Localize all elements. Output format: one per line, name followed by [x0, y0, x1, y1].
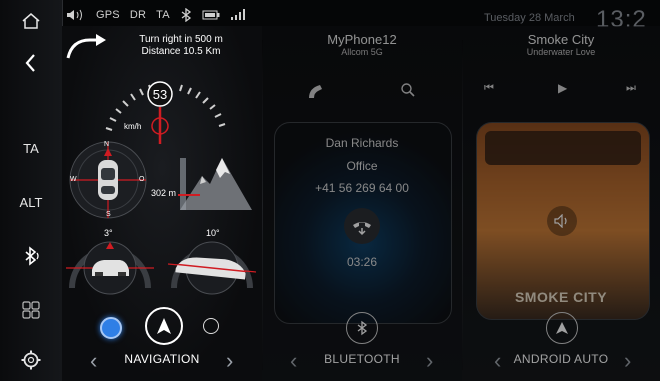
phone-carrier: Allcom 5G: [341, 47, 383, 57]
hangup-icon: [353, 222, 371, 236]
media-panel[interactable]: Smoke City Underwater Love ⏮ ▶ ⏭ SMOKE C…: [462, 26, 660, 381]
caller-number: +41 56 269 64 00: [315, 181, 409, 195]
hangup-button[interactable]: [344, 208, 380, 244]
turn-right-arrow-icon: [66, 34, 106, 59]
gear-icon: [21, 350, 41, 370]
media-track-info: Smoke City Underwater Love: [462, 32, 660, 57]
media-track: Underwater Love: [526, 47, 596, 57]
alt-label: ALT: [19, 194, 43, 210]
previous-track-button[interactable]: ⏮: [484, 82, 494, 95]
caller-type: Office: [346, 159, 378, 173]
gps-indicator: GPS: [96, 9, 120, 21]
altitude-marker: [178, 194, 200, 196]
distance-text: Distance 10.5 Km: [141, 46, 221, 57]
phone-panel[interactable]: MyPhone12 Allcom 5G Dan Richards Office …: [262, 26, 462, 381]
ta-button[interactable]: TA: [0, 138, 62, 158]
infotainment-screen: TA ALT GPS DR TA Tuesday 28 March 13:2 T…: [0, 0, 660, 381]
pitch-value: 3°: [104, 228, 113, 238]
pitch-gauge: [66, 241, 154, 295]
turn-instruction-text: Turn right in 500 m: [139, 34, 223, 45]
ta-label: TA: [23, 140, 39, 156]
settings-button[interactable]: [0, 347, 62, 373]
play-button[interactable]: ▶: [558, 81, 567, 95]
call-duration: 03:26: [346, 255, 378, 269]
bluetooth-icon: [357, 320, 368, 336]
phone-device-info: MyPhone12 Allcom 5G: [262, 32, 462, 57]
battery-icon: [202, 10, 220, 20]
volume-button[interactable]: [547, 206, 577, 236]
play-icon: ▶: [558, 81, 568, 95]
bluetooth-button[interactable]: [0, 243, 62, 269]
album-title-band: [485, 131, 641, 165]
home-button[interactable]: [0, 8, 62, 34]
dr-indicator: DR: [129, 9, 147, 21]
compass-west-label: W: [70, 176, 77, 183]
option-dot-button[interactable]: [203, 318, 219, 334]
roll-value: 10°: [206, 228, 220, 238]
compass-east-label: O: [139, 176, 145, 183]
nav-next-button[interactable]: ›: [226, 348, 233, 374]
album-art-text: SMOKE CITY: [514, 289, 608, 305]
bluetooth-status-icon: [181, 8, 191, 22]
roll-gauge: [167, 241, 257, 295]
side-nav-rail: TA ALT: [0, 0, 63, 381]
android-auto-button[interactable]: [546, 312, 578, 344]
status-bar: GPS DR TA: [62, 4, 246, 26]
signal-icon: [230, 9, 245, 20]
ta-indicator: TA: [156, 9, 170, 21]
compass-dial: [69, 141, 147, 219]
compass-north-label: N: [104, 141, 110, 148]
caller-name: Dan Richards: [325, 136, 399, 150]
navigation-arrow-icon: [157, 318, 171, 334]
alt-button[interactable]: ALT: [0, 192, 62, 212]
altitude-mountain-icon: [180, 158, 252, 210]
bluetooth-circle-button[interactable]: [346, 312, 378, 344]
android-auto-icon: [556, 322, 568, 334]
previous-icon: ⏮: [484, 82, 494, 94]
grid-icon: [22, 301, 40, 319]
volume-icon: [67, 9, 82, 21]
date-display: Tuesday 28 March: [484, 12, 575, 24]
speed-unit: km/h: [124, 122, 142, 131]
next-icon: ⏭: [626, 82, 636, 94]
speed-value: 53: [152, 87, 168, 102]
search-icon[interactable]: [400, 82, 416, 98]
altitude-value: 302 m: [151, 188, 177, 198]
phone-handset-icon[interactable]: [306, 82, 326, 102]
speaker-icon: [554, 214, 567, 228]
phone-device-name: MyPhone12: [327, 32, 397, 47]
media-artist: Smoke City: [527, 32, 595, 47]
back-button[interactable]: [0, 50, 62, 76]
navigate-button[interactable]: [145, 307, 183, 345]
compass-south-label: S: [106, 211, 111, 218]
next-track-button[interactable]: ⏭: [626, 82, 636, 95]
turn-instruction: Turn right in 500 m Distance 10.5 Km: [116, 34, 246, 58]
bluetooth-icon: [25, 246, 39, 266]
chevron-left-icon: [25, 54, 35, 72]
location-dot-button[interactable]: [100, 317, 122, 339]
phone-next-button[interactable]: ›: [426, 348, 433, 374]
home-icon: [22, 13, 40, 29]
media-next-button[interactable]: ›: [624, 348, 631, 374]
apps-button[interactable]: [0, 297, 62, 323]
